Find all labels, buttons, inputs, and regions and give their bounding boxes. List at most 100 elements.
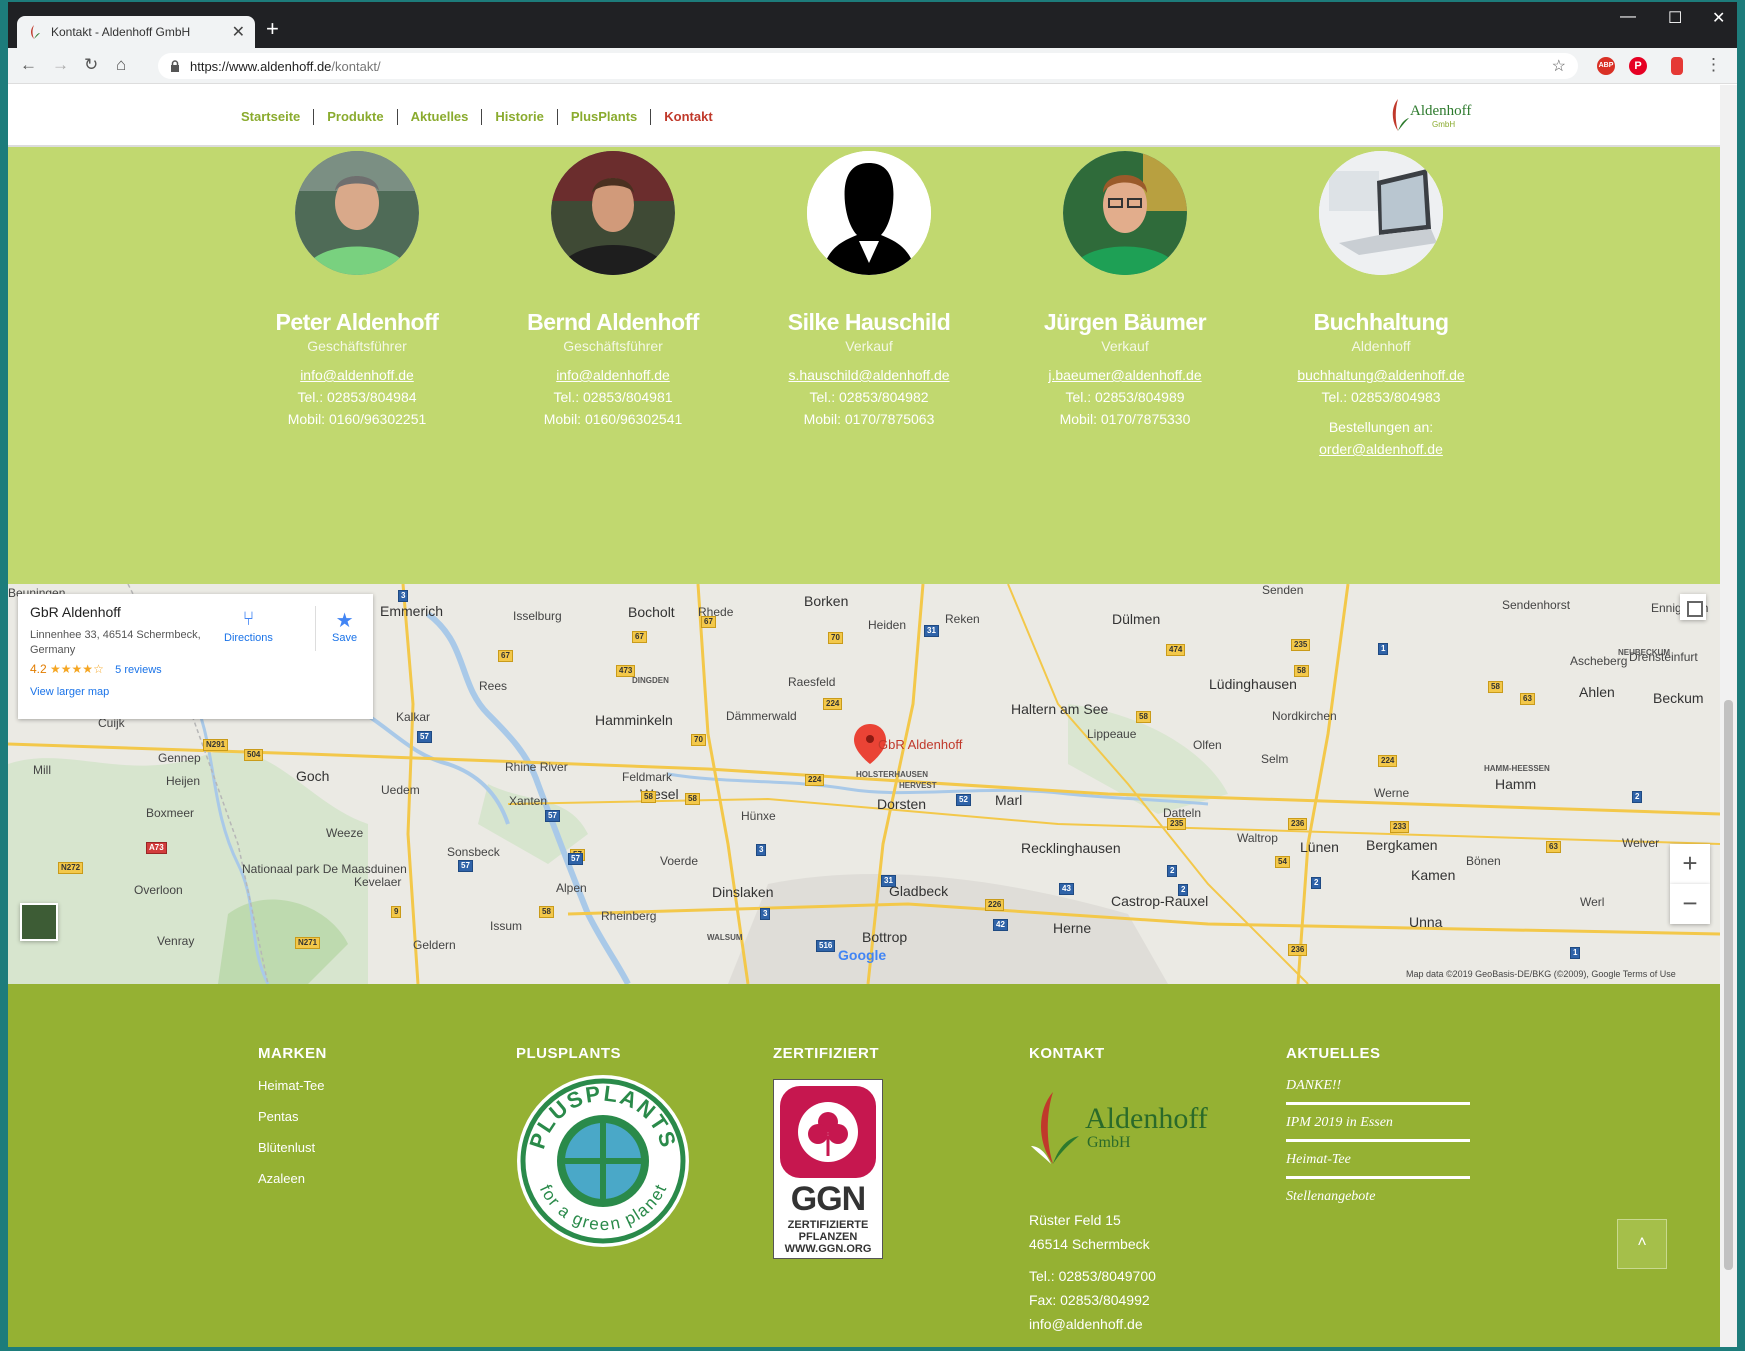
bookmark-star-icon[interactable]: ☆ — [1552, 56, 1566, 76]
address-bar[interactable]: https://www.aldenhoff.de/kontakt/ ☆ — [158, 53, 1578, 79]
map-town-label: Dämmerwald — [726, 709, 797, 723]
marker-label[interactable]: GbR Aldenhoff — [878, 737, 962, 752]
pinterest-icon[interactable]: P — [1629, 57, 1647, 75]
contact-email-link[interactable]: j.baeumer@aldenhoff.de — [997, 367, 1253, 383]
zoom-out-button[interactable]: − — [1670, 884, 1710, 924]
contact-email-link[interactable]: buchhaltung@aldenhoff.de — [1253, 367, 1509, 383]
lock-icon — [171, 60, 179, 72]
save-place-button[interactable]: ★ Save — [332, 608, 357, 644]
map-town-label: Rheinberg — [601, 909, 657, 923]
road-shield: 58 — [1488, 681, 1503, 693]
contact-role: Aldenhoff — [1351, 338, 1411, 354]
road-shield: 58 — [539, 906, 554, 918]
satellite-toggle[interactable] — [20, 903, 58, 941]
map-town-label: Reken — [945, 612, 980, 626]
orders-email-link[interactable]: order@aldenhoff.de — [1253, 441, 1509, 457]
road-shield: 70 — [828, 632, 843, 644]
close-window-button[interactable]: ✕ — [1712, 8, 1725, 28]
marken-list: Heimat-Tee Pentas Blütenlust Azaleen — [258, 1078, 327, 1186]
scroll-to-top-button[interactable]: ˄ — [1617, 1219, 1667, 1269]
map-town-label: Beckum — [1653, 690, 1704, 706]
contact-role: Geschäftsführer — [563, 338, 663, 354]
back-icon[interactable]: ← — [20, 56, 37, 74]
map-town-label: Heiden — [868, 618, 907, 632]
map-town-label: Kamen — [1411, 867, 1456, 883]
road-shield: 2 — [1311, 877, 1322, 889]
news-link[interactable]: Stellenangebote — [1286, 1179, 1470, 1213]
nav-produkte[interactable]: Produkte — [314, 109, 398, 125]
news-list: DANKE!! IPM 2019 in Essen Heimat-Tee Ste… — [1286, 1068, 1470, 1213]
map-town-label: Unna — [1409, 914, 1443, 930]
marken-link[interactable]: Heimat-Tee — [258, 1078, 327, 1093]
avatar — [551, 151, 675, 275]
tab-close-icon[interactable]: ✕ — [232, 22, 245, 42]
contact-card: Bernd Aldenhoff Geschäftsführer info@ald… — [485, 151, 741, 457]
new-tab-button[interactable]: + — [266, 18, 279, 40]
marken-link[interactable]: Blütenlust — [258, 1140, 327, 1155]
map-town-label: Boxmeer — [146, 806, 195, 820]
maximize-button[interactable]: ☐ — [1668, 8, 1682, 28]
map-town-label: Werl — [1580, 895, 1605, 909]
map-credit: Map data ©2019 GeoBasis-DE/BKG (©2009), … — [1406, 969, 1676, 979]
ggn-certificate-logo[interactable]: GGN ZERTIFIZIERTE PFLANZEN WWW.GGN.ORG — [773, 1079, 883, 1259]
road-shield: A73 — [146, 842, 167, 854]
news-link[interactable]: DANKE!! — [1286, 1068, 1470, 1105]
contact-email-link[interactable]: s.hauschild@aldenhoff.de — [741, 367, 997, 383]
forward-icon[interactable]: → — [52, 56, 69, 74]
directions-button[interactable]: ⑂ Directions — [224, 608, 273, 644]
tab-strip: Kontakt - Aldenhoff GmbH ✕ + — ☐ ✕ — [8, 2, 1737, 48]
map-town-label: Recklinghausen — [1021, 840, 1121, 856]
contact-email-link[interactable]: info@aldenhoff.de — [485, 367, 741, 383]
contact-phone: Tel.: 02853/804981 — [553, 389, 673, 405]
news-link[interactable]: IPM 2019 in Essen — [1286, 1105, 1470, 1142]
road-shield: 224 — [1378, 755, 1398, 767]
road-shield: 2 — [1632, 791, 1643, 803]
map-town-label: Ahlen — [1579, 684, 1615, 700]
zoom-in-button[interactable]: + — [1670, 844, 1710, 884]
nav-plusplants[interactable]: PlusPlants — [558, 109, 652, 125]
road-shield: 63 — [1546, 841, 1561, 853]
browser-menu-icon[interactable]: ⋮ — [1705, 56, 1722, 74]
map-town-label: Borken — [804, 593, 849, 609]
url-host: https://www.aldenhoff.de — [190, 58, 332, 74]
road-shield: 224 — [805, 774, 825, 786]
marken-link[interactable]: Azaleen — [258, 1171, 327, 1186]
google-map[interactable]: Beuningen Emmerich Isselburg Bocholt Rhede Bo… — [8, 584, 1720, 984]
road-shield: 224 — [823, 698, 843, 710]
rating-stars-icon: ★★★★☆ — [50, 662, 104, 676]
nav-startseite[interactable]: Startseite — [241, 109, 315, 125]
road-shield: 63 — [1520, 693, 1535, 705]
ggn-line: WWW.GGN.ORG — [784, 1243, 872, 1255]
scrollbar-thumb[interactable] — [1724, 700, 1733, 1270]
ggn-line: PFLANZEN — [798, 1231, 858, 1243]
plusplants-logo[interactable]: PLUSPLANTS for a green planet — [516, 1074, 690, 1248]
browser-window: Kontakt - Aldenhoff GmbH ✕ + — ☐ ✕ ← → ↻… — [8, 2, 1737, 1347]
home-icon[interactable]: ⌂ — [116, 56, 126, 74]
nav-aktuelles[interactable]: Aktuelles — [398, 109, 483, 125]
page-scrollbar[interactable] — [1720, 85, 1737, 1347]
minimize-button[interactable]: — — [1620, 8, 1636, 26]
marken-link[interactable]: Pentas — [258, 1109, 327, 1124]
footer-email-link[interactable]: info@aldenhoff.de — [1029, 1312, 1208, 1336]
google-logo: Google — [838, 947, 887, 963]
footer-heading: PLUSPLANTS — [516, 1045, 622, 1062]
map-town-label: Haltern am See — [1011, 701, 1109, 717]
extension-icon[interactable] — [1671, 57, 1683, 75]
nav-historie[interactable]: Historie — [482, 109, 558, 125]
view-larger-map-link[interactable]: View larger map — [30, 686, 361, 698]
reviews-link[interactable]: 5 reviews — [115, 664, 161, 676]
contact-email-link[interactable]: info@aldenhoff.de — [229, 367, 485, 383]
aldenhoff-logo-icon — [1392, 99, 1409, 131]
map-town-label: Rees — [479, 679, 508, 693]
map-town-label: Bocholt — [628, 604, 675, 620]
avatar — [295, 151, 419, 275]
news-link[interactable]: Heimat-Tee — [1286, 1142, 1470, 1179]
reload-icon[interactable]: ↻ — [84, 56, 98, 74]
site-logo[interactable]: Aldenhoff GmbH — [1388, 97, 1471, 133]
browser-tab[interactable]: Kontakt - Aldenhoff GmbH ✕ — [17, 16, 255, 48]
nav-kontakt[interactable]: Kontakt — [651, 109, 725, 125]
road-shield: 474 — [1166, 644, 1186, 656]
fullscreen-button[interactable] — [1680, 594, 1706, 620]
adblock-icon[interactable]: ABP — [1597, 57, 1615, 75]
road-shield: 67 — [632, 631, 647, 643]
